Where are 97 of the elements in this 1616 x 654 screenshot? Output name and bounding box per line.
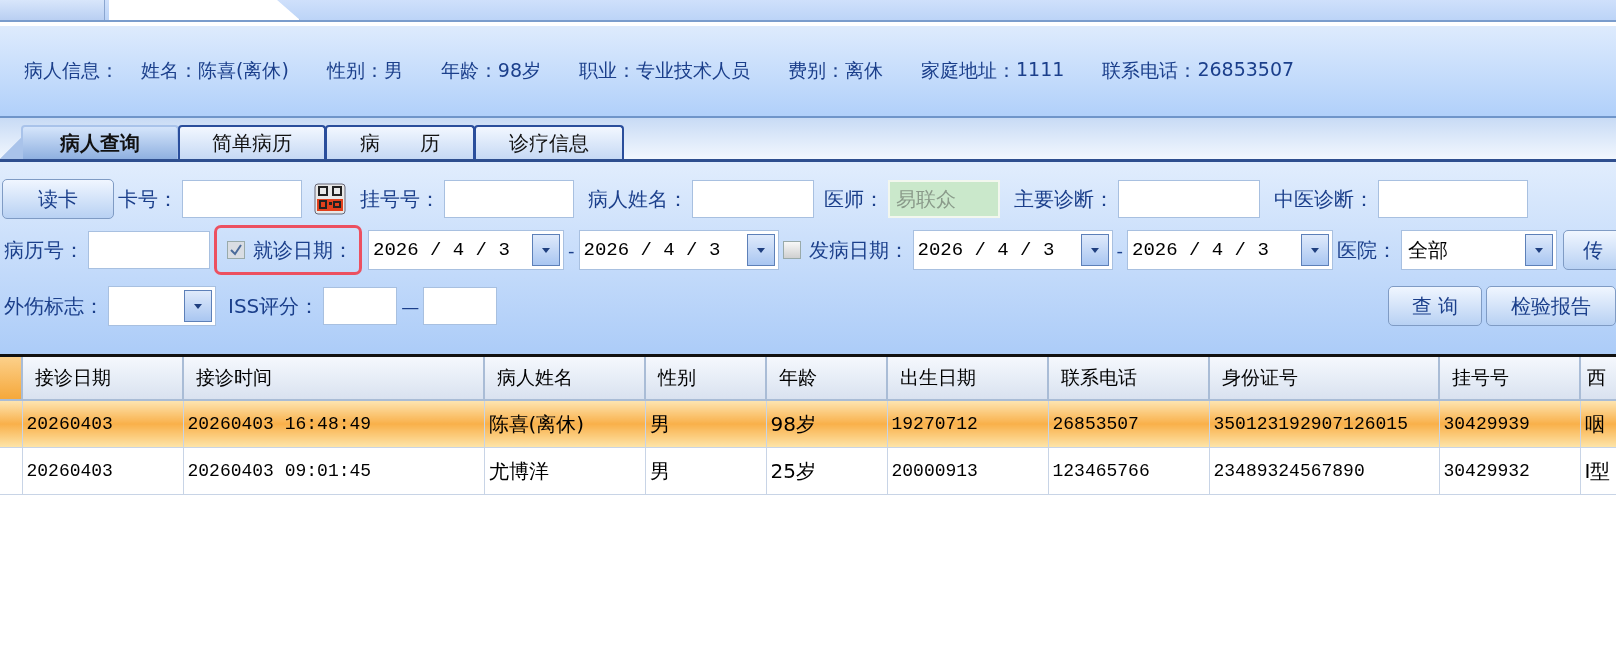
checkbox[interactable] — [782, 241, 801, 259]
table-cell: 男 — [645, 400, 766, 448]
table-cell: 23489324567890 — [1209, 447, 1439, 495]
tab[interactable]: 病人查询 — [21, 125, 179, 159]
caret-icon — [542, 247, 550, 253]
table-cell: 咽 — [1580, 400, 1616, 448]
table-row[interactable]: 20260403 20260403 09:01:45 尤博洋 男 25岁 20000913 123465766 23489324567890 30429932 I型 — [0, 447, 1616, 495]
table-cell: 男 — [645, 447, 766, 495]
field-label: 中医诊断： — [1274, 185, 1374, 213]
table-cell: 19270712 — [887, 400, 1048, 448]
button[interactable]: 传 — [1563, 230, 1616, 270]
column-header[interactable]: 出生日期 — [887, 357, 1048, 400]
tab[interactable] — [0, 0, 105, 20]
field-value: 98岁 — [497, 58, 541, 83]
field-label: ISS评分： — [228, 292, 320, 320]
dropdown[interactable] — [108, 286, 216, 326]
field-value: 男 — [383, 58, 403, 83]
column-header[interactable]: 身份证号 — [1209, 357, 1439, 400]
column-header[interactable]: 挂号号 — [1439, 357, 1580, 400]
dash-label: — — [401, 295, 420, 317]
field-label: 职业： — [579, 58, 636, 83]
input-field[interactable] — [88, 231, 210, 269]
input-field[interactable] — [323, 287, 398, 325]
row-header — [0, 357, 22, 400]
table-cell: 20000913 — [887, 447, 1048, 495]
field-label: 主要诊断： — [1014, 185, 1114, 213]
table-cell: 20260403 09:01:45 — [183, 447, 484, 495]
button[interactable]: 检验报告 — [1486, 286, 1616, 326]
date-picker[interactable]: 2026 / 4 / 3 — [368, 230, 564, 270]
checkbox[interactable] — [227, 241, 245, 259]
qr-code-icon[interactable] — [314, 183, 346, 215]
table-cell: 26853507 — [1048, 400, 1209, 448]
table-cell: 98岁 — [766, 400, 887, 448]
field-label: 外伤标志： — [4, 292, 104, 320]
column-header[interactable]: 联系电话 — [1048, 357, 1209, 400]
caret-icon — [1090, 247, 1099, 253]
checkbox-label: 就诊日期： — [253, 236, 353, 264]
field-label: 病人姓名： — [588, 185, 688, 213]
tab[interactable] — [109, 0, 300, 20]
field-label: 病历号： — [4, 236, 84, 264]
field-value: 1111 — [1016, 58, 1065, 82]
tab[interactable]: 病 历 — [325, 125, 475, 159]
field-label: 医师： — [824, 185, 884, 213]
button[interactable]: 查 询 — [1388, 286, 1482, 326]
input-field[interactable] — [1378, 180, 1528, 218]
field-value: 26853507 — [1197, 58, 1295, 82]
column-header[interactable]: 病人姓名 — [484, 357, 645, 400]
input-field[interactable] — [182, 180, 302, 218]
section-label: 病人信息： — [24, 58, 119, 83]
dash-label: - — [1116, 239, 1123, 261]
column-header[interactable]: 接诊日期 — [22, 357, 183, 400]
field-value: 离休 — [845, 58, 883, 83]
column-header[interactable]: 接诊时间 — [183, 357, 484, 400]
table-cell: 123465766 — [1048, 447, 1209, 495]
table-cell: 350123192907126015 — [1209, 400, 1439, 448]
dash-label: - — [568, 239, 575, 261]
doctor-field: 易联众 — [888, 180, 1000, 218]
caret-icon — [1535, 247, 1543, 253]
field-label: 挂号号： — [360, 185, 440, 213]
table-row[interactable]: 20260403 20260403 16:48:49 陈喜(离休) 男 98岁 19270712 26853507 350123192907126015 30429939 咽 — [0, 400, 1616, 448]
checkbox-label: 发病日期： — [808, 236, 909, 264]
table-cell: I型 — [1580, 447, 1616, 495]
table-cell: 25岁 — [766, 447, 887, 495]
field-label: 联系电话： — [1102, 58, 1198, 83]
table-cell: 20260403 — [22, 447, 183, 495]
column-header[interactable]: 西 — [1580, 357, 1616, 400]
input-field[interactable] — [1118, 180, 1260, 218]
caret-icon — [194, 303, 202, 309]
tab[interactable]: 诊疗信息 — [474, 125, 624, 159]
input-field[interactable] — [692, 180, 814, 218]
column-header[interactable]: 年龄 — [766, 357, 887, 400]
field-label: 费别： — [788, 58, 845, 83]
field-label: 年龄： — [440, 58, 498, 83]
dropdown[interactable]: 全部 — [1401, 230, 1557, 270]
input-field[interactable] — [444, 180, 574, 218]
button[interactable]: 读卡 — [2, 179, 114, 219]
field-label: 姓名： — [141, 58, 198, 83]
table-cell: 30429932 — [1439, 447, 1580, 495]
field-label: 家庭地址： — [921, 58, 1016, 83]
caret-icon — [1311, 247, 1319, 253]
table-cell: 尤博洋 — [484, 447, 645, 495]
table-cell: 陈喜(离休) — [484, 400, 645, 448]
caret-icon — [756, 247, 765, 253]
table-cell: 30429939 — [1439, 400, 1580, 448]
table-cell: 20260403 — [22, 400, 183, 448]
date-picker[interactable]: 2026 / 4 / 3 — [1127, 230, 1333, 270]
tab[interactable]: 简单病历 — [178, 125, 326, 159]
field-value: 专业技术人员 — [636, 58, 750, 83]
field-label: 卡号： — [118, 185, 178, 213]
field-value: 陈喜(离休) — [198, 58, 289, 83]
date-picker[interactable]: 2026 / 4 / 3 — [912, 230, 1113, 270]
column-header[interactable]: 性别 — [645, 357, 766, 400]
field-label: 性别： — [326, 58, 384, 83]
field-label: 医院： — [1337, 236, 1397, 264]
table-cell: 20260403 16:48:49 — [183, 400, 484, 448]
date-picker[interactable]: 2026 / 4 / 3 — [578, 230, 779, 270]
input-field[interactable] — [423, 287, 498, 325]
